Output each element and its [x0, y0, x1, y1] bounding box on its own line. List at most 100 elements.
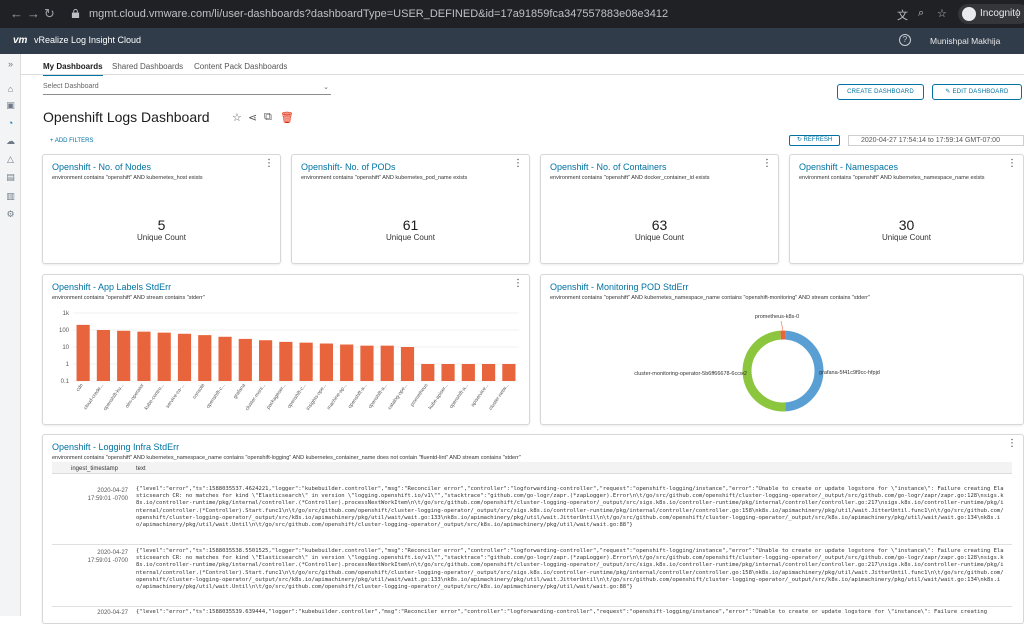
monitoring-pod-donut-card: Openshift - Monitoring POD StdErr enviro…	[540, 274, 1024, 425]
copy-icon[interactable]: ⧉	[264, 111, 272, 124]
select-dashboard-dropdown[interactable]: Select Dashboard ⌄	[43, 83, 331, 95]
slice-label: cluster-monitoring-operator-5b6ff66678-6…	[634, 371, 747, 377]
donut-slice[interactable]	[747, 335, 785, 407]
card-menu-icon[interactable]: ⋮	[513, 160, 523, 168]
bar-chart: 1k1001010.1cdncloud-crede...openshift-ku…	[43, 305, 529, 425]
content-icon[interactable]: ▤	[5, 172, 16, 183]
bar[interactable]	[137, 332, 150, 381]
card-menu-icon[interactable]: ⋮	[1007, 160, 1017, 168]
share-icon[interactable]: ⋖	[248, 111, 257, 124]
count-value: 61	[292, 217, 529, 233]
bar[interactable]	[178, 334, 191, 381]
app-labels-bar-card: Openshift - App Labels StdErr environmen…	[42, 274, 530, 425]
card-menu-icon[interactable]: ⋮	[1007, 440, 1017, 448]
slice-label: prometheus-k8s-0	[755, 314, 799, 320]
log-text[interactable]: {"level":"error","ts":1588035537.4624221…	[136, 486, 1006, 542]
bar[interactable]	[279, 342, 292, 381]
x-tick-label: kube-apiser...	[428, 383, 450, 411]
home-icon[interactable]: ⌂	[5, 84, 16, 95]
url-bar[interactable]: mgmt.cloud.vmware.com/li/user-dashboards…	[63, 3, 891, 25]
x-tick-label: cluster-netw...	[488, 383, 511, 412]
x-tick-label: packageser...	[266, 383, 288, 411]
expand-icon[interactable]: »	[5, 59, 16, 70]
card-title[interactable]: Openshift - Namespaces	[799, 162, 898, 172]
column-header-ingest-timestamp[interactable]: ingest_timestamp	[71, 466, 118, 472]
bar[interactable]	[198, 335, 211, 381]
bar[interactable]	[360, 346, 373, 381]
tab-divider	[21, 74, 1024, 75]
bar[interactable]	[117, 331, 130, 381]
edit-dashboard-button[interactable]: ✎ EDIT DASHBOARD	[932, 84, 1022, 100]
card-title[interactable]: Openshift - App Labels StdErr	[52, 282, 171, 292]
back-icon[interactable]: ←	[10, 6, 23, 21]
star-icon[interactable]: ☆	[937, 7, 947, 20]
bar[interactable]	[441, 364, 454, 381]
card-menu-icon[interactable]: ⋮	[513, 280, 523, 288]
card-title[interactable]: Openshift - No. of Containers	[550, 162, 667, 172]
card-query: environment contains "openshift" AND kub…	[52, 175, 203, 181]
log-sources-icon[interactable]: ▥	[5, 191, 16, 202]
incognito-icon	[962, 7, 976, 21]
create-dashboard-button[interactable]: CREATE DASHBOARD	[837, 84, 924, 100]
alert-icon[interactable]: △	[5, 154, 16, 165]
help-icon[interactable]: ?	[899, 34, 911, 46]
favorite-star-icon[interactable]: ☆	[232, 111, 242, 124]
card-title[interactable]: Openshift- No. of PODs	[301, 162, 396, 172]
bar[interactable]	[401, 347, 414, 381]
time-range-picker[interactable]: 2020-04-27 17:54:14 to 17:59:14 GMT-07:0…	[848, 135, 1024, 146]
column-header-text[interactable]: text	[136, 466, 146, 472]
card-title[interactable]: Openshift - No. of Nodes	[52, 162, 151, 172]
bar[interactable]	[502, 364, 515, 381]
bar[interactable]	[320, 344, 333, 381]
bar[interactable]	[462, 364, 475, 381]
card-query: environment contains "openshift" AND kub…	[799, 175, 985, 181]
cloud-icon[interactable]: ☁	[5, 136, 16, 147]
x-tick-label: olm-operator	[124, 382, 145, 409]
forward-icon[interactable]: →	[27, 6, 40, 21]
dashboard-title: Openshift Logs Dashboard	[43, 109, 210, 125]
bar[interactable]	[421, 364, 434, 381]
tab-content-pack-dashboards[interactable]: Content Pack Dashboards	[194, 62, 287, 71]
bar[interactable]	[218, 337, 231, 381]
bar[interactable]	[158, 333, 171, 381]
bar[interactable]	[97, 330, 110, 381]
x-tick-label: cdn	[75, 383, 85, 393]
card-menu-icon[interactable]: ⋮	[762, 160, 772, 168]
bar[interactable]	[300, 343, 313, 381]
bar[interactable]	[381, 346, 394, 381]
user-name[interactable]: Munishpal Makhija	[930, 36, 1000, 46]
card-menu-icon[interactable]: ⋮	[264, 160, 274, 168]
explore-icon[interactable]: ▣	[5, 100, 16, 111]
card-title[interactable]: Openshift - Monitoring POD StdErr	[550, 282, 689, 292]
card-title[interactable]: Openshift - Logging Infra StdErr	[52, 442, 179, 452]
log-text[interactable]: {"level":"error","ts":1588035538.5501525…	[136, 548, 1006, 604]
dashboard-icon[interactable]: ◔	[5, 118, 16, 129]
bar[interactable]	[259, 340, 272, 381]
x-tick-label: openshift-a...	[448, 383, 469, 410]
delete-icon[interactable]: 🗑	[280, 111, 294, 124]
translate-icon[interactable]: 文	[897, 7, 908, 23]
pods-count-card: Openshift- No. of PODs environment conta…	[291, 154, 530, 264]
containers-count-card: Openshift - No. of Containers environmen…	[540, 154, 779, 264]
card-query: environment contains "openshift" AND str…	[52, 295, 205, 301]
bar[interactable]	[482, 364, 495, 381]
x-tick-label: catalog-ope...	[387, 383, 409, 411]
bar[interactable]	[239, 339, 252, 381]
x-tick-label: machine-ap...	[326, 383, 348, 411]
x-tick-label: cluster-moni...	[244, 383, 267, 412]
bar[interactable]	[340, 345, 353, 381]
x-tick-label: cloud-crede...	[83, 383, 105, 411]
donut-slice[interactable]	[785, 335, 819, 407]
app-title: vRealize Log Insight Cloud	[34, 35, 141, 45]
row-divider	[52, 606, 1012, 607]
x-tick-label: kube-contro...	[143, 383, 165, 411]
add-filters-link[interactable]: + ADD FILTERS	[50, 138, 93, 144]
reload-icon[interactable]: ↻	[44, 6, 55, 22]
log-text[interactable]: {"level":"error","ts":1588035539.639444,…	[136, 609, 1006, 616]
more-icon[interactable]: ⋮	[1012, 7, 1023, 20]
refresh-button[interactable]: ↻ REFRESH	[789, 135, 840, 146]
settings-icon[interactable]: ⚙	[5, 209, 16, 220]
tab-shared-dashboards[interactable]: Shared Dashboards	[112, 62, 183, 71]
zoom-icon[interactable]: ⌕	[918, 7, 924, 20]
bar[interactable]	[77, 325, 90, 381]
